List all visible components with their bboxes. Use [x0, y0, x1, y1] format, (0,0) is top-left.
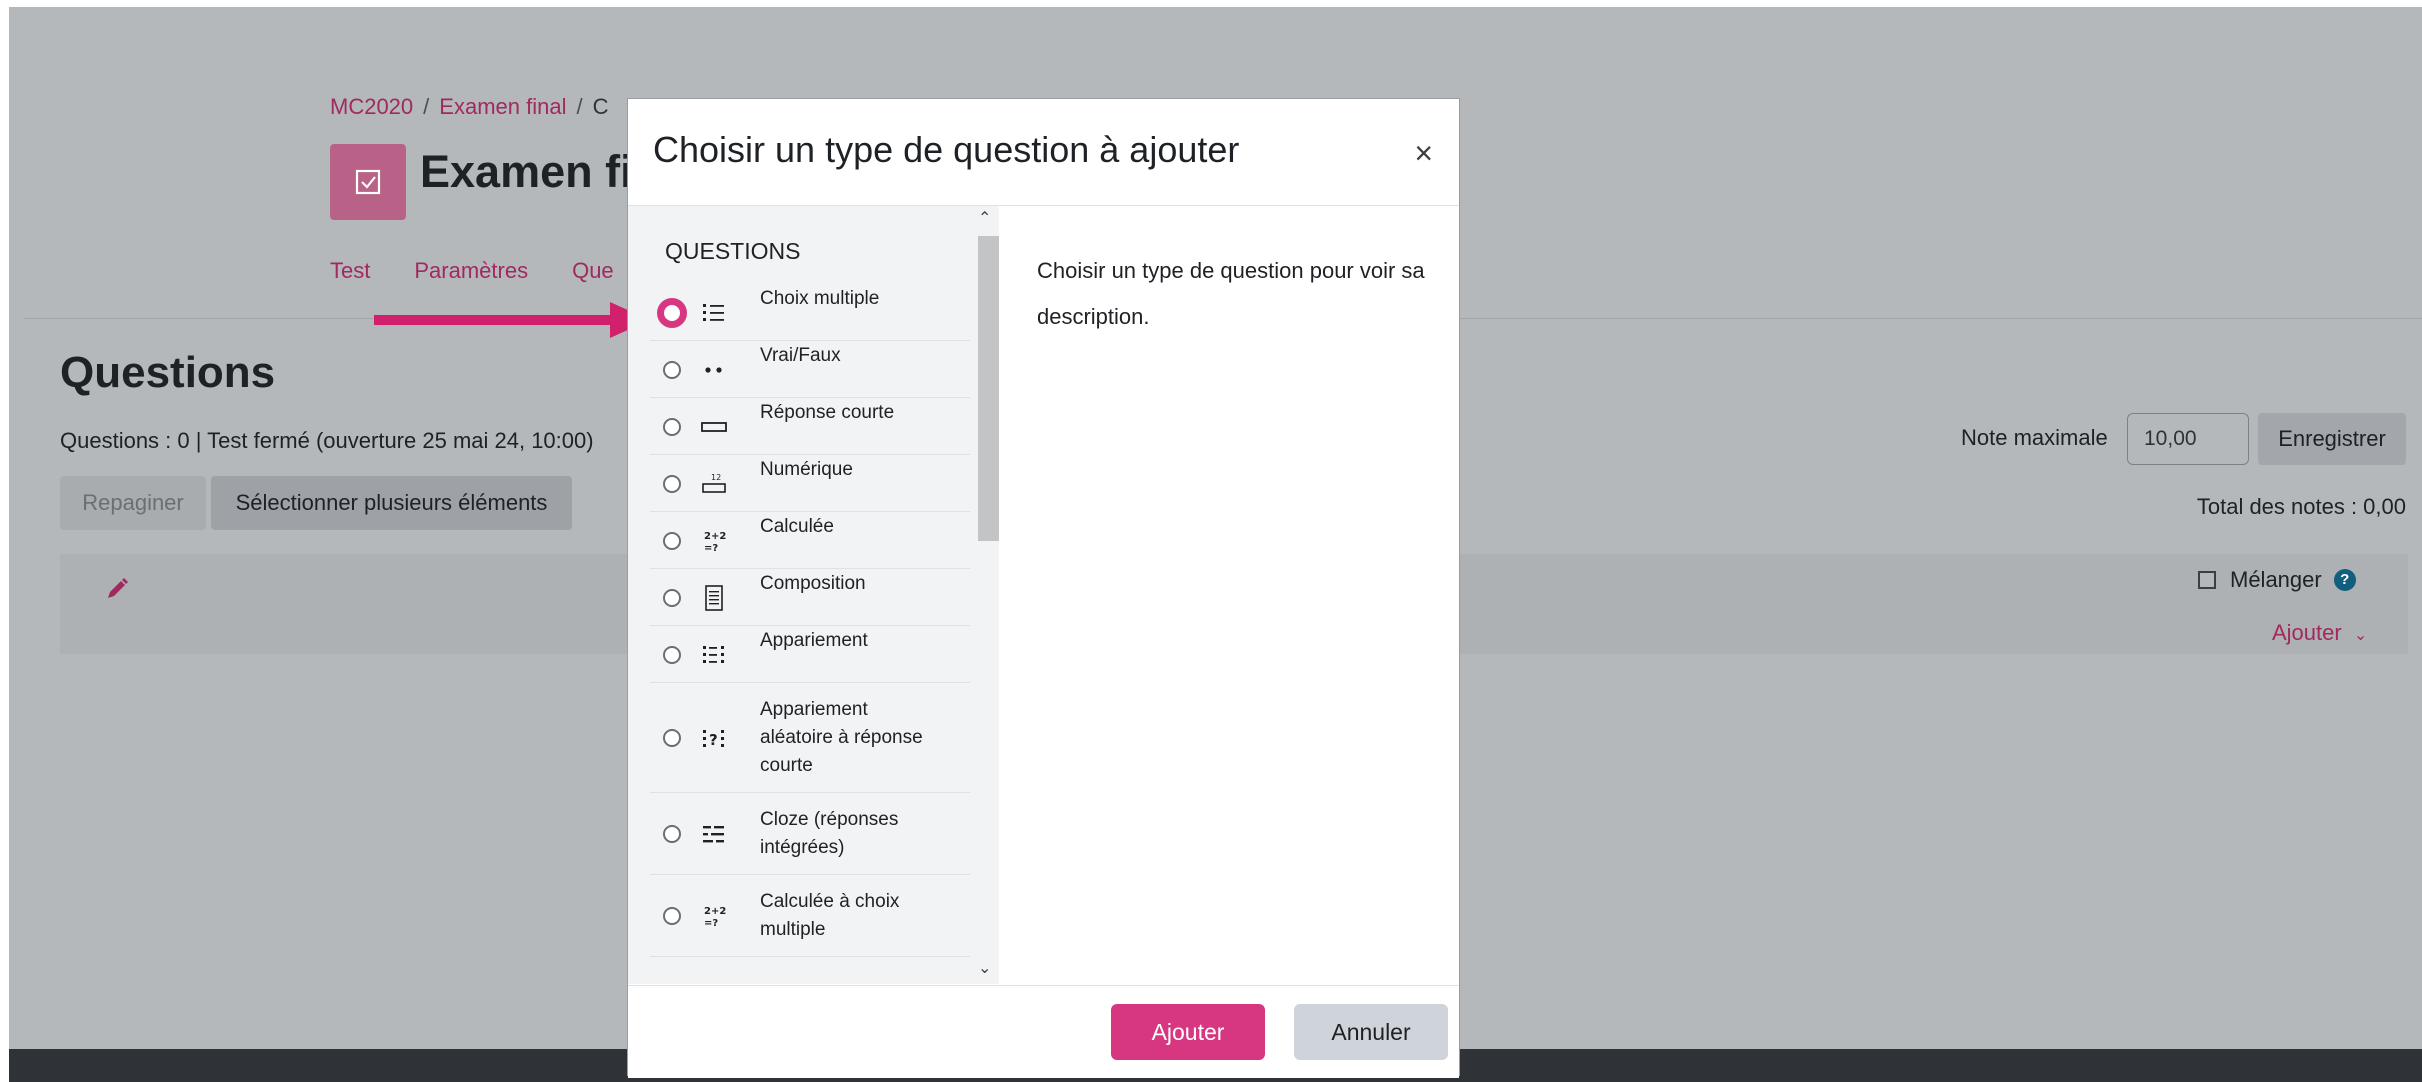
question-type-radio[interactable]: [663, 417, 681, 436]
breadcrumb-separator: /: [423, 94, 430, 119]
shortanswer-icon: [700, 413, 728, 441]
question-type-radio[interactable]: [657, 297, 687, 328]
question-type-option[interactable]: Appariement: [650, 626, 970, 683]
arrow-annotation-radio: [374, 302, 650, 338]
max-grade-label: Note maximale: [1961, 425, 2108, 450]
question-type-option[interactable]: 2+2 =? Calculée: [650, 512, 970, 569]
question-type-radio[interactable]: [663, 360, 681, 379]
svg-text:2+2: 2+2: [704, 531, 726, 542]
tab-parametres[interactable]: Paramètres: [414, 258, 528, 283]
close-icon[interactable]: ×: [1414, 137, 1433, 169]
scroll-down-icon[interactable]: ⌄: [978, 958, 991, 978]
calculated-icon: 2+2 =?: [700, 527, 728, 555]
help-icon[interactable]: ?: [2333, 569, 2356, 591]
breadcrumb-course[interactable]: MC2020: [330, 94, 413, 119]
add-menu-link[interactable]: Ajouter ⌄: [2272, 620, 2367, 646]
max-grade-input[interactable]: 10,00: [2127, 413, 2249, 465]
question-type-option[interactable]: Vrai/Faux: [650, 341, 970, 398]
question-type-radio[interactable]: [663, 474, 681, 493]
question-type-dialog: Choisir un type de question à ajouter × …: [627, 98, 1460, 1078]
randomsamatch-icon: ?: [700, 724, 728, 752]
numerical-icon: 12: [700, 470, 728, 498]
question-type-option[interactable]: Cloze (réponses intégrées): [650, 793, 970, 875]
question-type-label: Calculée: [760, 515, 834, 537]
chevron-down-icon: ⌄: [2353, 627, 2368, 644]
add-menu-label: Ajouter: [2272, 620, 2342, 645]
add-button[interactable]: Ajouter: [1111, 1004, 1265, 1060]
question-type-list-pane[interactable]: QUESTIONS Choix multiple Vrai/Faux Réponse…: [628, 206, 999, 984]
quiz-title: Examen fi: [420, 146, 633, 197]
question-type-radio[interactable]: [663, 907, 681, 925]
breadcrumb-current: C: [592, 94, 609, 119]
question-type-label: Choix multiple: [760, 287, 880, 309]
svg-text:2+2: 2+2: [704, 906, 726, 917]
question-type-radio[interactable]: [663, 645, 681, 664]
question-type-label: Appariement aléatoire à réponse courte: [760, 699, 923, 776]
svg-text:=?: =?: [704, 543, 718, 554]
question-type-description: Choisir un type de question pour voir sa…: [1037, 258, 1425, 329]
scroll-up-icon[interactable]: ⌃: [978, 208, 991, 228]
description-pane: Choisir un type de question pour voir sa…: [999, 206, 1459, 984]
question-type-radio[interactable]: [663, 531, 681, 550]
question-type-radio[interactable]: [663, 588, 681, 607]
question-type-radio[interactable]: [663, 729, 681, 747]
question-type-label: Numérique: [760, 458, 853, 480]
breadcrumb: MC2020 / Examen final / C: [330, 94, 608, 120]
select-multiple-button[interactable]: Sélectionner plusieurs éléments: [211, 476, 572, 530]
repaginer-button[interactable]: Repaginer: [60, 476, 206, 530]
essay-icon: [700, 584, 728, 612]
shuffle-checkbox[interactable]: [2198, 571, 2216, 589]
dialog-footer: Ajouter Annuler: [628, 985, 1459, 1078]
secondary-navigation: Test Paramètres Que: [330, 258, 658, 284]
question-type-radio[interactable]: [663, 825, 681, 843]
questions-info: Questions : 0 | Test fermé (ouverture 25…: [60, 428, 594, 453]
question-type-label: Réponse courte: [760, 401, 895, 423]
question-type-option[interactable]: Composition: [650, 569, 970, 626]
question-type-label: Calculée à choix multiple: [760, 891, 900, 940]
question-type-option[interactable]: 12 Numérique: [650, 455, 970, 512]
question-type-option[interactable]: Réponse courte: [650, 398, 970, 455]
tab-questions[interactable]: Que: [572, 258, 614, 283]
scrollbar-thumb[interactable]: [978, 236, 999, 541]
question-type-option[interactable]: Choix multiple: [650, 284, 970, 341]
multichoice-icon: [700, 299, 728, 327]
question-type-label: Appariement: [760, 629, 868, 651]
top-edge: [0, 0, 2422, 7]
pencil-icon[interactable]: [104, 576, 130, 602]
svg-text:?: ?: [709, 731, 718, 749]
match-icon: [700, 641, 728, 669]
save-button[interactable]: Enregistrer: [2258, 413, 2406, 465]
question-type-label: Composition: [760, 572, 866, 594]
calculatedmulti-icon: 2+2 =?: [700, 902, 728, 930]
left-edge: [0, 0, 9, 1082]
breadcrumb-separator: /: [576, 94, 583, 119]
cancel-button[interactable]: Annuler: [1294, 1004, 1448, 1060]
svg-text:=?: =?: [704, 918, 718, 929]
question-type-label: Cloze (réponses intégrées): [760, 809, 899, 858]
question-type-list: Choix multiple Vrai/Faux Réponse courte 12 N…: [650, 284, 970, 957]
svg-text:12: 12: [711, 473, 721, 482]
multianswer-icon: [700, 820, 728, 848]
shuffle-label: Mélanger: [2230, 567, 2322, 592]
question-type-option[interactable]: ? Appariement aléatoire à réponse courte: [650, 683, 970, 793]
dialog-body: QUESTIONS Choix multiple Vrai/Faux Réponse…: [628, 206, 1459, 984]
quiz-icon: [330, 144, 406, 220]
total-grades: Total des notes : 0,00: [2196, 494, 2406, 519]
question-type-label: Vrai/Faux: [760, 344, 841, 366]
list-heading: QUESTIONS: [665, 238, 801, 264]
page-title: Questions: [60, 348, 276, 397]
breadcrumb-quiz[interactable]: Examen final: [439, 94, 566, 119]
truefalse-icon: [700, 356, 728, 384]
tab-test[interactable]: Test: [330, 258, 370, 283]
shuffle-control: Mélanger ?: [2198, 567, 2356, 593]
dialog-title: Choisir un type de question à ajouter: [653, 129, 1240, 170]
question-type-option[interactable]: 2+2 =? Calculée à choix multiple: [650, 875, 970, 957]
dialog-header: Choisir un type de question à ajouter ×: [628, 99, 1459, 206]
